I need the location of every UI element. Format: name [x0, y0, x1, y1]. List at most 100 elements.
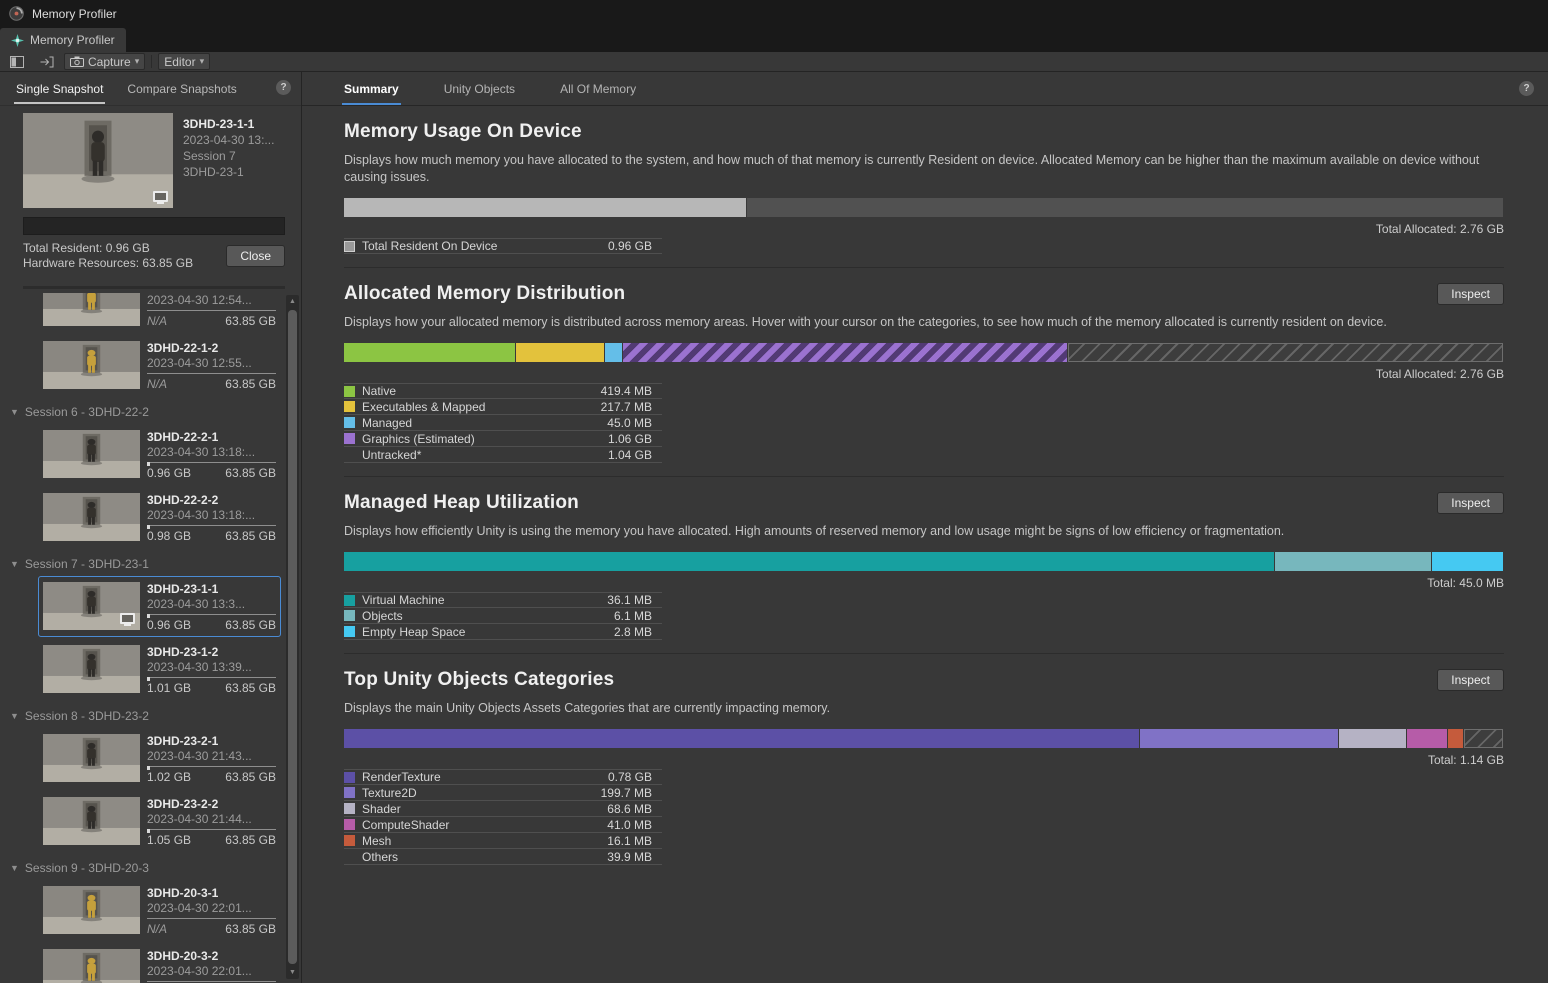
summary-help-icon[interactable]: ? [1519, 81, 1534, 96]
capture-dropdown-icon[interactable]: ▾ [135, 57, 140, 66]
bar-segment-empty-heap-space[interactable] [1432, 552, 1503, 571]
collapse-triangle-icon[interactable]: ▼ [10, 864, 19, 873]
bar-segment-rendertexture[interactable] [344, 729, 1139, 748]
sidebar-help-icon[interactable]: ? [276, 80, 291, 95]
inspect-button[interactable]: Inspect [1437, 283, 1504, 305]
bar-segment-total-resident[interactable] [344, 198, 746, 217]
bar-segment-untracked[interactable] [1068, 343, 1503, 362]
legend-value: 1.06 GB [608, 432, 662, 446]
window-title: Memory Profiler [32, 7, 117, 21]
editor-target-dropdown[interactable]: Editor ▾ [158, 53, 210, 70]
section-description: Displays how much memory you have alloca… [344, 152, 1504, 186]
legend-label: ComputeShader [362, 818, 607, 832]
snapshot-thumbnail [43, 430, 140, 478]
legend-swatch-icon [344, 819, 355, 830]
bar-segment-texture2d[interactable] [1140, 729, 1338, 748]
legend-row: Managed 45.0 MB [344, 415, 662, 431]
snapshot-date: 2023-04-30 13:18:... [147, 445, 276, 460]
bar-segment-graphics-estimated[interactable] [623, 343, 1067, 362]
session-header[interactable]: ▼ Session 6 - 3DHD-22-2 [0, 398, 301, 422]
snapshots-sidebar: Single Snapshot Compare Snapshots ? [0, 72, 302, 983]
import-icon [40, 56, 54, 68]
legend-row: ComputeShader 41.0 MB [344, 817, 662, 833]
bar-segment-shader[interactable] [1339, 729, 1406, 748]
snapshot-thumbnail [43, 797, 140, 845]
tab-single-snapshot[interactable]: Single Snapshot [14, 74, 105, 104]
snapshot-resident-meter [147, 310, 276, 314]
session-header[interactable]: ▼ Session 7 - 3DHD-23-1 [0, 550, 301, 574]
bar-segment-virtual-machine[interactable] [344, 552, 1274, 571]
legend-value: 36.1 MB [607, 593, 662, 607]
session-label: Session 7 - 3DHD-23-1 [25, 557, 149, 571]
bar-segment-computeshader[interactable] [1407, 729, 1447, 748]
bar-segment-others[interactable] [1464, 729, 1503, 748]
inspect-button[interactable]: Inspect [1437, 669, 1504, 691]
panel-layout-button[interactable] [4, 53, 30, 70]
legend-swatch-icon [344, 626, 355, 637]
snapshot-item[interactable]: 3DHD-23-2-1 2023-04-30 21:43... 1.02 GB … [38, 728, 281, 789]
editor-platform-icon [153, 191, 168, 202]
legend-label: Shader [362, 802, 607, 816]
legend-row: Untracked* 1.04 GB [344, 447, 662, 463]
snapshot-item[interactable]: 3DHD-20-3-2 2023-04-30 22:01... N/A 63.8… [38, 943, 281, 983]
import-snapshot-button[interactable] [34, 53, 60, 70]
snapshot-thumbnail [43, 949, 140, 983]
snapshot-date: 2023-04-30 13:39... [147, 660, 276, 675]
snapshot-item[interactable]: 2023-04-30 12:54... N/A 63.85 GB [38, 293, 281, 333]
bar-segment-allocated-remainder[interactable] [747, 198, 1503, 217]
legend-label: Virtual Machine [362, 593, 607, 607]
collapse-triangle-icon[interactable]: ▼ [10, 712, 19, 721]
snapshot-item[interactable]: 3DHD-22-2-1 2023-04-30 13:18:... 0.96 GB… [38, 424, 281, 485]
snapshot-resident: N/A [147, 377, 167, 392]
bar-segment-native[interactable] [344, 343, 515, 362]
snapshot-resident-meter [147, 918, 276, 922]
scrollbar-up-icon[interactable]: ▲ [286, 295, 299, 308]
snapshot-item[interactable]: 3DHD-23-1-1 2023-04-30 13:3... 0.96 GB 6… [38, 576, 281, 637]
legend-value: 199.7 MB [601, 786, 662, 800]
tab-summary[interactable]: Summary [342, 72, 401, 105]
snapshot-item[interactable]: 3DHD-22-2-2 2023-04-30 13:18:... 0.98 GB… [38, 487, 281, 548]
close-snapshot-button[interactable]: Close [226, 245, 285, 267]
snapshot-item[interactable]: 3DHD-22-1-2 2023-04-30 12:55... N/A 63.8… [38, 335, 281, 396]
bar-segment-executables-mapped[interactable] [516, 343, 604, 362]
snapshot-hardware: 63.85 GB [225, 377, 276, 392]
legend-row: Executables & Mapped 217.7 MB [344, 399, 662, 415]
collapse-triangle-icon[interactable]: ▼ [10, 408, 19, 417]
snapshot-resident-meter [147, 766, 276, 770]
legend-row: Objects 6.1 MB [344, 608, 662, 624]
scrollbar-down-icon[interactable]: ▼ [286, 966, 299, 979]
open-snapshot-session: Session 7 [183, 148, 274, 164]
section-bar [344, 343, 1504, 362]
snapshot-thumbnail [43, 645, 140, 693]
memory-profiler-window-tab[interactable]: Memory Profiler [0, 28, 126, 52]
legend-swatch-icon [344, 417, 355, 428]
session-header[interactable]: ▼ Session 9 - 3DHD-20-3 [0, 854, 301, 878]
tab-unity-objects[interactable]: Unity Objects [442, 72, 517, 105]
scrollbar-thumb[interactable] [288, 310, 297, 964]
section-legend: RenderTexture 0.78 GB Texture2D 199.7 MB… [344, 769, 662, 865]
legend-label: Objects [362, 609, 614, 623]
main-panel: Summary Unity Objects All Of Memory ? Me… [302, 72, 1548, 983]
snapshot-resident: 1.01 GB [147, 681, 191, 696]
snapshot-list-scrollbar[interactable]: ▲ ▼ [286, 295, 299, 979]
snapshot-item[interactable]: 3DHD-23-2-2 2023-04-30 21:44... 1.05 GB … [38, 791, 281, 852]
snapshot-hardware: 63.85 GB [225, 529, 276, 544]
memory-profiler-tab-label: Memory Profiler [30, 33, 115, 47]
bar-segment-managed[interactable] [605, 343, 622, 362]
snapshot-list: 2023-04-30 12:54... N/A 63.85 GB 3DHD-22… [0, 293, 301, 983]
snapshot-hardware: 63.85 GB [225, 681, 276, 696]
snapshot-item[interactable]: 3DHD-23-1-2 2023-04-30 13:39... 1.01 GB … [38, 639, 281, 700]
capture-button[interactable]: Capture ▾ [64, 53, 145, 70]
legend-row: Total Resident On Device 0.96 GB [344, 238, 662, 254]
section-description: Displays the main Unity Objects Assets C… [344, 700, 1504, 717]
tab-all-of-memory[interactable]: All Of Memory [558, 72, 638, 105]
tab-compare-snapshots[interactable]: Compare Snapshots [125, 74, 238, 104]
bar-segment-mesh[interactable] [1448, 729, 1463, 748]
inspect-button[interactable]: Inspect [1437, 492, 1504, 514]
session-header[interactable]: ▼ Session 8 - 3DHD-23-2 [0, 702, 301, 726]
snapshot-resident-meter [147, 614, 276, 618]
collapse-triangle-icon[interactable]: ▼ [10, 560, 19, 569]
bar-segment-objects[interactable] [1275, 552, 1431, 571]
snapshot-item[interactable]: 3DHD-20-3-1 2023-04-30 22:01... N/A 63.8… [38, 880, 281, 941]
memory-profiler-tab-icon [11, 34, 24, 47]
